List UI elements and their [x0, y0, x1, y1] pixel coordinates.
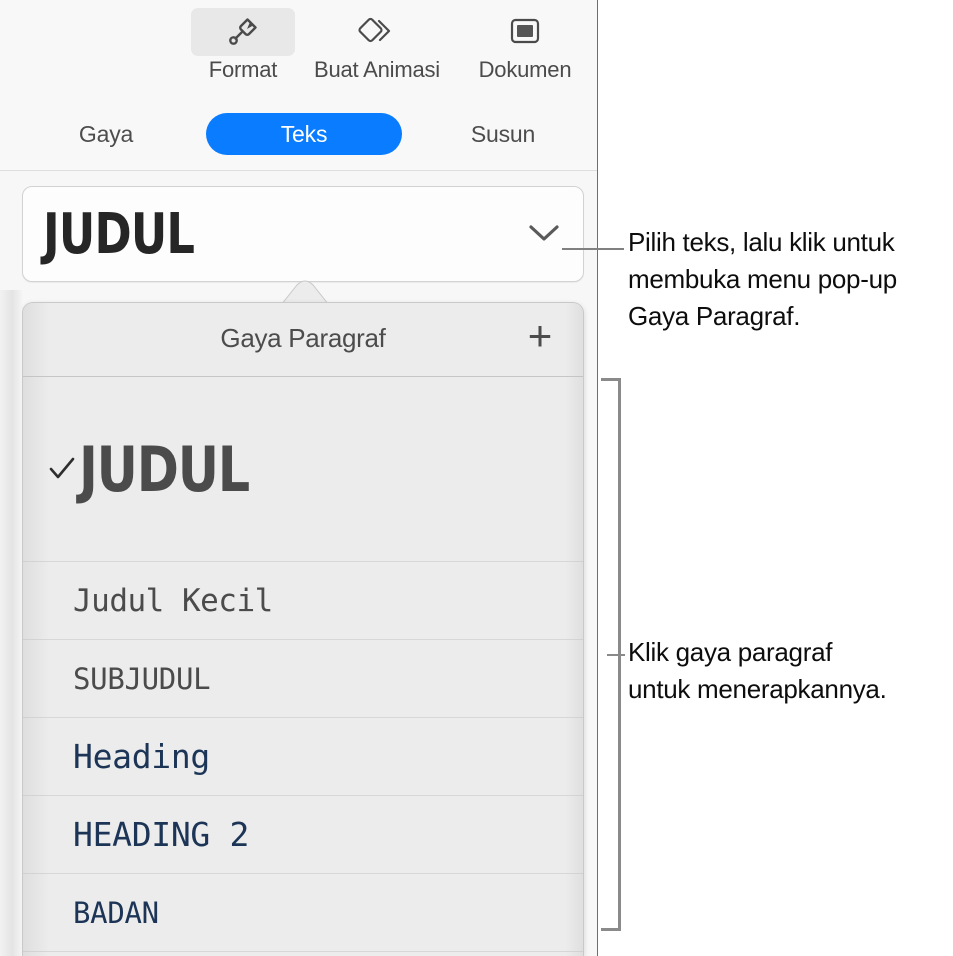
tab-teks[interactable]: Teks — [206, 113, 402, 155]
inspector-toolbar: Format Buat Animasi Dokumen — [0, 0, 597, 98]
paragraph-style-current-value: JUDUL — [43, 202, 195, 267]
callout-leader-line-apply-style — [607, 654, 625, 656]
callout-line: membuka menu pop-up — [628, 264, 897, 294]
tab-label: Susun — [470, 120, 536, 147]
list-item-label: BADAN — [73, 895, 159, 930]
paintbrush-icon — [191, 8, 295, 56]
list-item-label: SUBJUDUL — [73, 661, 211, 696]
paragraph-style-popup-button[interactable]: JUDUL — [22, 186, 584, 282]
tab-label: Teks — [280, 120, 328, 147]
list-item-label: HEADING 2 — [73, 815, 250, 854]
list-item[interactable]: SUBJUDUL — [23, 640, 583, 718]
list-item[interactable]: HEADING 2 — [23, 796, 583, 874]
toolbar-item-label: Format — [208, 57, 278, 82]
callout-line: Gaya Paragraf. — [628, 301, 801, 331]
document-icon — [473, 8, 577, 56]
toolbar-item-buat-animasi[interactable]: Buat Animasi — [312, 8, 442, 83]
list-item[interactable]: JUDUL — [23, 377, 583, 562]
add-style-label: + — [527, 312, 553, 359]
panel-left-shadow — [0, 290, 22, 956]
tab-gaya[interactable]: Gaya — [38, 113, 174, 155]
animate-icon — [325, 8, 429, 56]
toolbar-item-label: Buat Animasi — [313, 57, 440, 82]
tab-susun[interactable]: Susun — [428, 113, 578, 155]
callout-line: Pilih teks, lalu klik untuk — [628, 227, 895, 257]
format-inspector-panel: Format Buat Animasi Dokumen Gaya Teks Su… — [0, 0, 598, 956]
checkmark-icon — [47, 377, 77, 561]
popup-title: Gaya Paragraf — [220, 323, 386, 353]
callout-line: Klik gaya paragraf — [628, 637, 833, 667]
list-item-label: Judul Kecil — [73, 582, 273, 619]
list-item[interactable]: Judul Kecil — [23, 562, 583, 640]
callout-text-popup-menu: Pilih teks, lalu klik untuk membuka menu… — [628, 224, 948, 335]
callout-text-apply-style: Klik gaya paragraf untuk menerapkannya. — [628, 634, 948, 708]
list-item-label: Heading — [73, 737, 210, 776]
inspector-tab-bar: Gaya Teks Susun — [0, 97, 597, 171]
list-item[interactable]: Heading — [23, 718, 583, 796]
toolbar-item-label: Dokumen — [478, 57, 572, 82]
callout-leader-line-popup-menu — [562, 248, 624, 250]
popup-header: Gaya Paragraf + — [23, 303, 583, 377]
paragraph-style-list: JUDUL Judul Kecil SUBJUDUL Heading HEADI… — [23, 377, 583, 956]
plus-icon[interactable]: + — [521, 312, 559, 359]
list-item[interactable]: BADAN — [23, 874, 583, 952]
list-item-partial[interactable] — [23, 952, 583, 956]
paragraph-style-popup-menu: Gaya Paragraf + JUDUL Judul Kecil SUBJUD… — [22, 302, 584, 956]
list-item-label: JUDUL — [79, 432, 250, 506]
toolbar-item-format[interactable]: Format — [178, 8, 308, 83]
callout-line: untuk menerapkannya. — [628, 674, 887, 704]
toolbar-item-dokumen[interactable]: Dokumen — [460, 8, 590, 83]
chevron-down-icon[interactable] — [527, 221, 561, 245]
tab-label: Gaya — [78, 120, 134, 147]
